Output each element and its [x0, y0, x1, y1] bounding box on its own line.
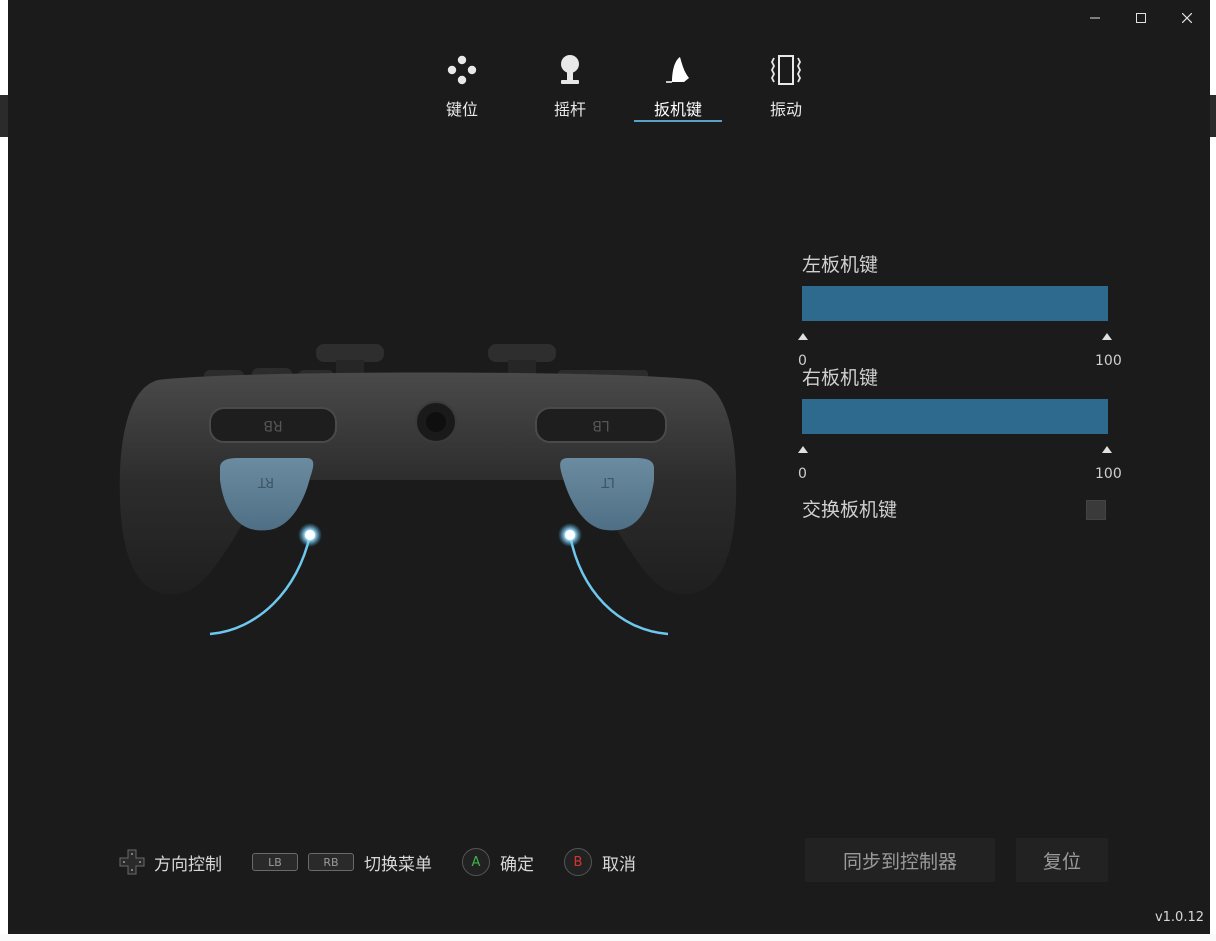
right-trigger-min-label: 0 — [798, 466, 807, 482]
right-stick — [488, 344, 556, 374]
maximize-button[interactable] — [1118, 6, 1164, 30]
hint-cancel: B 取消 — [564, 848, 636, 876]
right-trigger-max-label: 100 — [1095, 466, 1122, 482]
right-trigger-range-bar[interactable] — [802, 399, 1108, 434]
right-trigger-min-handle[interactable] — [798, 446, 808, 453]
hint-confirm: A 确定 — [462, 848, 534, 876]
trigger-icon — [666, 57, 689, 83]
hint-dpad-label: 方向控制 — [154, 854, 222, 875]
swap-triggers-checkbox[interactable] — [1086, 500, 1106, 520]
tab-buttons[interactable]: 键位 — [408, 52, 516, 122]
hint-cancel-label: 取消 — [602, 854, 636, 875]
rb-keycap: RB — [308, 853, 354, 871]
right-trigger-ticks: 0 100 — [798, 446, 1132, 486]
left-trigger-ticks: 0 100 — [798, 333, 1132, 373]
desktop-background-left-bar — [0, 95, 8, 137]
buttons-icon — [447, 55, 477, 85]
sync-to-controller-button[interactable]: 同步到控制器 — [805, 838, 995, 882]
hint-dpad: 方向控制 — [118, 848, 222, 876]
lt-trigger-label: LT — [601, 474, 614, 489]
maximize-icon — [1136, 13, 1146, 23]
app-window: 键位 摇杆 扳机键 振动 RB LB RT LT 左板机键 0 100 右板机键… — [8, 0, 1210, 934]
b-button-icon: B — [564, 848, 592, 876]
lb-bumper-label: LB — [592, 417, 609, 433]
minimize-button[interactable] — [1072, 6, 1118, 30]
tab-buttons-label: 键位 — [445, 100, 478, 119]
vibration-icon — [770, 55, 802, 85]
controller-illustration: RB LB RT LT — [119, 344, 737, 636]
lb-keycap: LB — [252, 853, 298, 871]
left-trigger-range-fill — [802, 286, 1108, 321]
controller-hints: 方向控制 LB RB 切换菜单 A 确定 B 取消 — [118, 848, 666, 876]
desktop-background-bottom — [0, 934, 1216, 941]
version-label: v1.0.12 — [1154, 910, 1204, 925]
main-tabs: 键位 摇杆 扳机键 振动 — [408, 52, 840, 122]
trigger-settings-panel: 左板机键 0 100 右板机键 0 100 交换板机键 — [798, 250, 1132, 528]
joystick-icon — [561, 55, 579, 84]
hint-switch-menu: LB RB 切换菜单 — [252, 850, 432, 875]
desktop-background-left — [0, 0, 8, 941]
rb-bumper-label: RB — [263, 417, 282, 433]
swap-triggers-row: 交换板机键 — [802, 492, 1132, 528]
window-controls — [1072, 6, 1210, 30]
hint-confirm-label: 确定 — [500, 854, 534, 875]
left-trigger-min-handle[interactable] — [798, 333, 808, 340]
right-trigger-range-fill — [802, 399, 1108, 434]
dpad-icon — [119, 849, 145, 875]
close-button[interactable] — [1164, 6, 1210, 30]
tab-vibration-label: 振动 — [769, 100, 802, 119]
close-icon — [1182, 13, 1192, 23]
tab-trigger[interactable]: 扳机键 — [624, 52, 732, 122]
tab-vibration[interactable]: 振动 — [732, 52, 840, 122]
left-stick — [316, 344, 384, 374]
minimize-icon — [1090, 17, 1100, 19]
left-trigger-max-handle[interactable] — [1102, 333, 1112, 340]
hint-switch-label: 切换菜单 — [364, 854, 432, 875]
left-trigger-min-label: 0 — [798, 353, 807, 369]
tab-joystick[interactable]: 摇杆 — [516, 52, 624, 122]
left-trigger-range-bar[interactable] — [802, 286, 1108, 321]
swap-triggers-label: 交换板机键 — [802, 499, 898, 521]
desktop-background-right — [1210, 0, 1216, 941]
left-trigger-label: 左板机键 — [802, 254, 879, 276]
right-trigger-max-handle[interactable] — [1102, 446, 1112, 453]
a-button-icon: A — [462, 848, 490, 876]
reset-button[interactable]: 复位 — [1016, 838, 1108, 882]
rt-trigger-label: RT — [258, 474, 274, 489]
left-trigger-max-label: 100 — [1095, 353, 1122, 369]
desktop-background-right-bar — [1210, 95, 1216, 137]
tab-trigger-label: 扳机键 — [653, 100, 702, 119]
tab-joystick-label: 摇杆 — [553, 100, 586, 119]
